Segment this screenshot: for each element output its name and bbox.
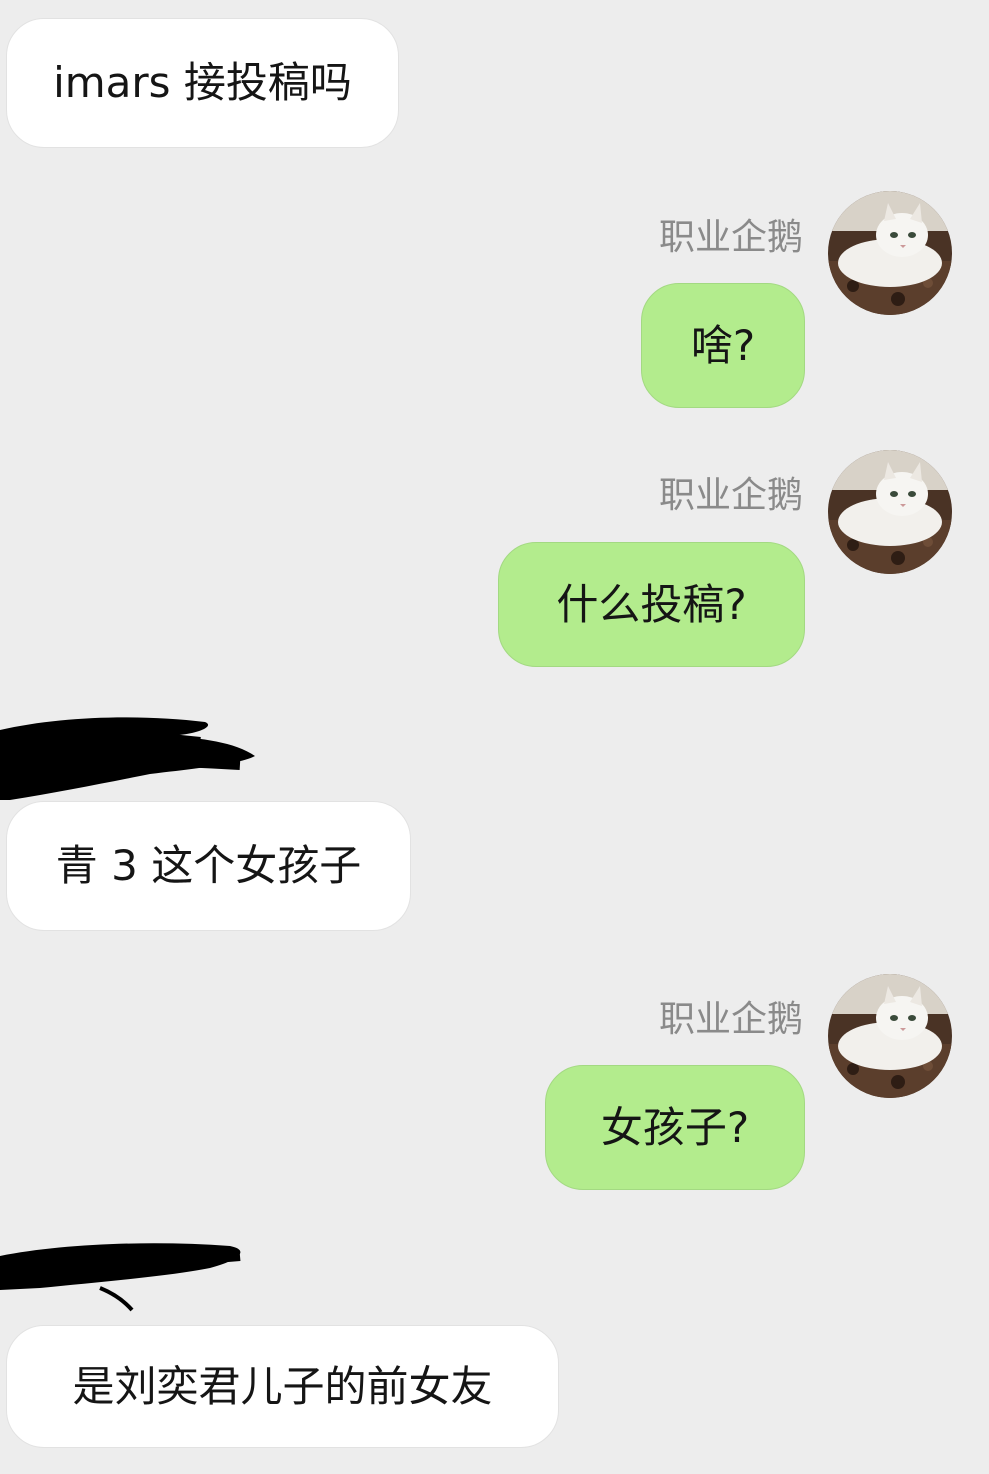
message-bubble-incoming[interactable]: 是刘奕君儿子的前女友 — [6, 1325, 559, 1448]
cat-avatar-icon[interactable] — [828, 450, 952, 574]
message-bubble-outgoing[interactable]: 女孩子? — [545, 1065, 805, 1190]
message-bubble-outgoing[interactable]: 啥? — [641, 283, 805, 408]
cat-avatar-icon[interactable] — [828, 191, 952, 315]
message-bubble-incoming[interactable]: imars 接投稿吗 — [6, 18, 399, 148]
message-bubble-outgoing[interactable]: 什么投稿? — [498, 542, 805, 667]
cat-avatar-icon[interactable] — [828, 974, 952, 1098]
sender-name: 职业企鹅 — [658, 475, 803, 516]
redacted-sender-name — [0, 1243, 241, 1312]
sender-name: 职业企鹅 — [658, 999, 803, 1040]
message-bubble-incoming[interactable]: 青 3 这个女孩子 — [6, 801, 411, 931]
redacted-sender-name — [0, 717, 255, 800]
sender-name: 职业企鹅 — [658, 217, 803, 258]
